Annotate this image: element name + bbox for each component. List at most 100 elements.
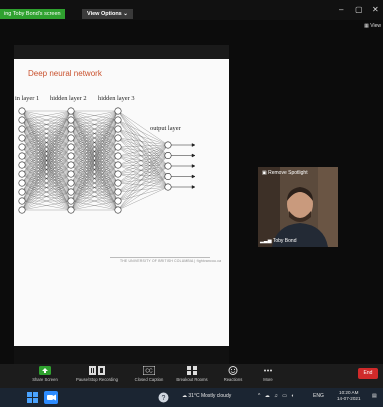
clock-date: 14-07-2021 — [337, 396, 361, 401]
network-node — [114, 125, 122, 133]
network-node — [67, 143, 75, 151]
network-node — [114, 170, 122, 178]
network-node — [67, 161, 75, 169]
breakout-rooms-icon — [187, 366, 197, 375]
slide-top-strip — [14, 45, 229, 59]
language-indicator[interactable]: ENG — [313, 393, 324, 399]
neural-network-diagram — [18, 107, 196, 214]
zoom-app-icon[interactable] — [44, 391, 58, 404]
network-node — [18, 161, 26, 169]
network-edge — [117, 119, 169, 146]
network-node — [114, 188, 122, 196]
network-node — [18, 179, 26, 187]
network-node — [67, 116, 75, 124]
input-layer-label: in layer 1 — [15, 95, 40, 102]
system-tray-icons[interactable]: ^ ☁ ♫ ▭ ◐ — [258, 393, 296, 399]
network-node — [18, 152, 26, 160]
network-node — [164, 183, 172, 191]
output-arrow-head — [191, 164, 196, 168]
network-edge — [117, 164, 169, 167]
network-node — [114, 152, 122, 160]
notification-icon[interactable]: ▤ — [372, 393, 377, 399]
reactions-button[interactable]: Reactions — [218, 366, 248, 382]
network-node — [164, 162, 172, 170]
network-edge — [117, 128, 169, 167]
help-icon[interactable]: ? — [158, 392, 169, 403]
network-edge — [117, 137, 169, 146]
network-node — [18, 188, 26, 196]
remove-spotlight-button[interactable]: ▣ Remove Spotlight — [262, 170, 308, 176]
network-node — [18, 125, 26, 133]
pause-stop-recording-button[interactable]: Pause/Stop Recording — [67, 366, 127, 382]
minimize-icon[interactable]: – — [339, 5, 343, 14]
participant-image — [258, 167, 338, 247]
network-node — [114, 179, 122, 187]
network-node — [18, 206, 26, 214]
network-node — [114, 134, 122, 142]
footer-rule — [110, 257, 210, 258]
output-arrow-head — [191, 143, 196, 147]
slide-title: Deep neural network — [28, 69, 102, 78]
breakout-rooms-button[interactable]: Breakout Rooms — [172, 366, 212, 382]
output-arrow-head — [191, 185, 196, 189]
network-node — [114, 197, 122, 205]
hidden-layer-3-label: hidden layer 3 — [98, 95, 135, 102]
network-node — [18, 134, 26, 142]
cloud-icon: ☁ — [182, 393, 187, 399]
close-icon[interactable]: ✕ — [372, 5, 379, 14]
network-node — [67, 152, 75, 160]
shared-slide — [14, 59, 229, 346]
more-button[interactable]: More — [256, 366, 280, 382]
share-screen-icon — [39, 366, 51, 375]
meeting-toolbar: Share Screen Pause/Stop Recording CC Clo… — [0, 364, 383, 388]
svg-text:CC: CC — [145, 369, 153, 375]
svg-text:?: ? — [162, 395, 166, 402]
windows-start-icon[interactable] — [27, 392, 38, 403]
network-connections — [21, 110, 169, 211]
output-arrows — [171, 143, 196, 189]
output-arrow-head — [191, 153, 196, 158]
network-node — [164, 152, 172, 159]
network-edge — [117, 155, 169, 157]
pause-stop-icon — [89, 366, 105, 375]
network-node — [67, 125, 75, 133]
share-screen-button[interactable]: Share Screen — [28, 366, 62, 382]
screen-share-banner: ing Toby Bond's screen — [0, 9, 65, 19]
network-node — [18, 170, 26, 178]
network-node — [67, 134, 75, 142]
reactions-icon — [228, 366, 238, 375]
network-edge — [117, 110, 169, 188]
network-edge — [117, 146, 169, 188]
closed-caption-button[interactable]: CC Closed Caption — [129, 366, 169, 382]
network-edge — [117, 176, 169, 202]
end-meeting-button[interactable]: End — [358, 368, 378, 379]
network-node — [164, 173, 172, 180]
participant-name: ▂▃▅ Toby Bond — [260, 238, 297, 244]
more-icon — [264, 369, 272, 372]
network-node — [18, 143, 26, 151]
network-node — [114, 143, 122, 151]
network-edge — [117, 155, 169, 188]
network-edge — [117, 176, 169, 211]
clock[interactable]: 10:20 AM 14-07-2021 — [337, 390, 361, 402]
participant-video[interactable]: ▣ Remove Spotlight ▂▃▅ Toby Bond — [258, 167, 338, 247]
network-edge — [117, 186, 169, 193]
view-options-button[interactable]: View Options ⌄ — [82, 9, 133, 19]
windows-taskbar: ? ☁ 31°C Mostly cloudy ^ ☁ ♫ ▭ ◐ ENG 10:… — [0, 388, 383, 407]
network-edge — [117, 146, 169, 167]
closed-caption-icon: CC — [143, 366, 155, 375]
view-button[interactable]: ▦ View — [364, 23, 381, 29]
output-arrow-head — [191, 174, 196, 179]
slide-footer: THE UNIVERSITY OF BRITISH COLUMBIA | fig… — [120, 259, 222, 263]
spotlight-icon: ▣ — [262, 170, 267, 176]
signal-icon: ▂▃▅ — [260, 238, 272, 244]
network-edge — [117, 110, 169, 167]
network-node — [67, 188, 75, 196]
restore-icon[interactable]: ▢ — [355, 5, 363, 14]
network-node — [114, 161, 122, 169]
grid-icon: ▦ — [364, 23, 369, 29]
network-edge — [117, 186, 169, 202]
network-node — [114, 116, 122, 124]
hidden-layer-2-label: hidden layer 2 — [50, 95, 87, 102]
weather-widget[interactable]: ☁ 31°C Mostly cloudy — [182, 393, 231, 399]
